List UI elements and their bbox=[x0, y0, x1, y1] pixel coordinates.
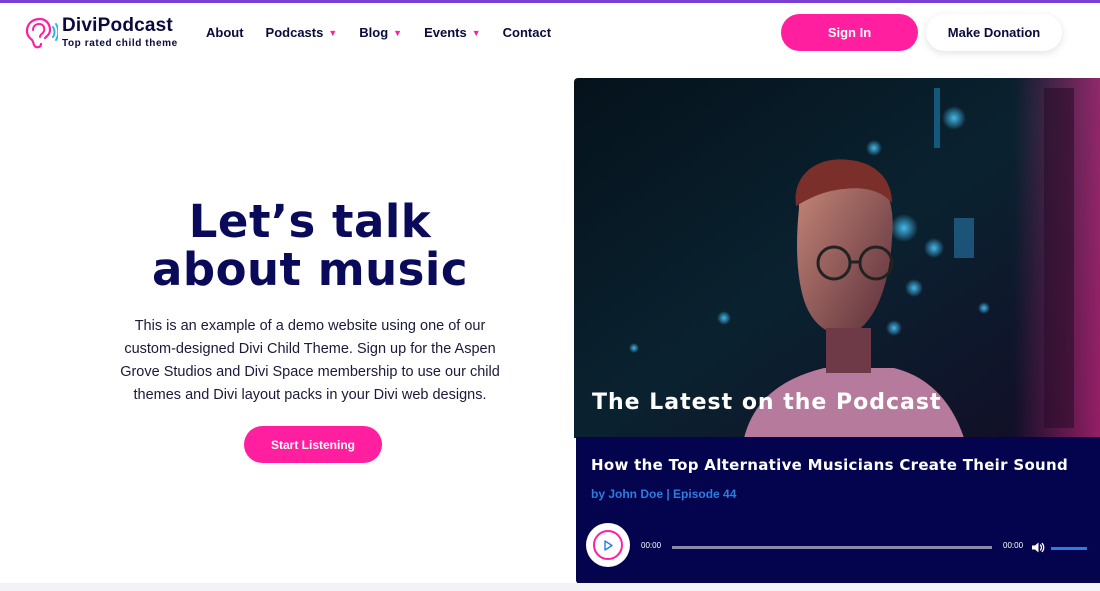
hero-title: Let’s talk about music bbox=[110, 198, 510, 294]
episode-card: How the Top Alternative Musicians Create… bbox=[576, 437, 1100, 584]
nav-item-label: Contact bbox=[502, 25, 552, 40]
nav-item-label: About bbox=[206, 25, 244, 40]
sign-in-button[interactable]: Sign In bbox=[781, 14, 918, 51]
brand-name: DiviPodcast bbox=[62, 14, 173, 36]
nav-item-about[interactable]: About bbox=[206, 25, 244, 40]
hero-title-line-2: about music bbox=[151, 243, 469, 296]
section-divider bbox=[0, 583, 1100, 591]
main-nav: About Podcasts ▼ Blog ▼ Events ▼ Contact bbox=[206, 25, 573, 40]
podcast-hero-image bbox=[574, 78, 1100, 438]
play-icon bbox=[593, 530, 623, 560]
nav-item-label: Podcasts bbox=[265, 25, 324, 40]
site-header: DiviPodcast Top rated child theme About … bbox=[0, 3, 1100, 63]
brand-tagline: Top rated child theme bbox=[62, 37, 178, 49]
start-listening-button[interactable]: Start Listening bbox=[244, 426, 382, 463]
ear-logo-icon bbox=[22, 13, 58, 51]
hero-description: This is an example of a demo website usi… bbox=[120, 318, 500, 403]
duration-time: 00:00 bbox=[1003, 541, 1024, 550]
nav-item-contact[interactable]: Contact bbox=[503, 25, 551, 40]
site-logo[interactable]: DiviPodcast Top rated child theme bbox=[22, 13, 178, 51]
chevron-down-icon: ▼ bbox=[328, 27, 338, 38]
play-button[interactable] bbox=[586, 523, 630, 567]
nav-item-label: Blog bbox=[359, 25, 389, 40]
episode-title[interactable]: How the Top Alternative Musicians Create… bbox=[591, 456, 1068, 474]
chevron-down-icon: ▼ bbox=[393, 27, 403, 38]
nav-item-label: Events bbox=[424, 25, 467, 40]
nav-item-events[interactable]: Events ▼ bbox=[424, 25, 481, 40]
progress-track[interactable] bbox=[672, 546, 992, 549]
hero-title-line-1: Let’s talk bbox=[188, 195, 432, 248]
nav-item-podcasts[interactable]: Podcasts ▼ bbox=[266, 25, 338, 40]
podcast-caption: The Latest on the Podcast bbox=[592, 390, 942, 415]
volume-icon[interactable] bbox=[1031, 541, 1045, 559]
chevron-down-icon: ▼ bbox=[471, 27, 481, 38]
nav-item-blog[interactable]: Blog ▼ bbox=[359, 25, 402, 40]
volume-slider[interactable] bbox=[1051, 547, 1087, 550]
make-donation-button[interactable]: Make Donation bbox=[926, 14, 1062, 51]
current-time: 00:00 bbox=[641, 541, 662, 550]
episode-meta[interactable]: by John Doe | Episode 44 bbox=[591, 487, 736, 501]
